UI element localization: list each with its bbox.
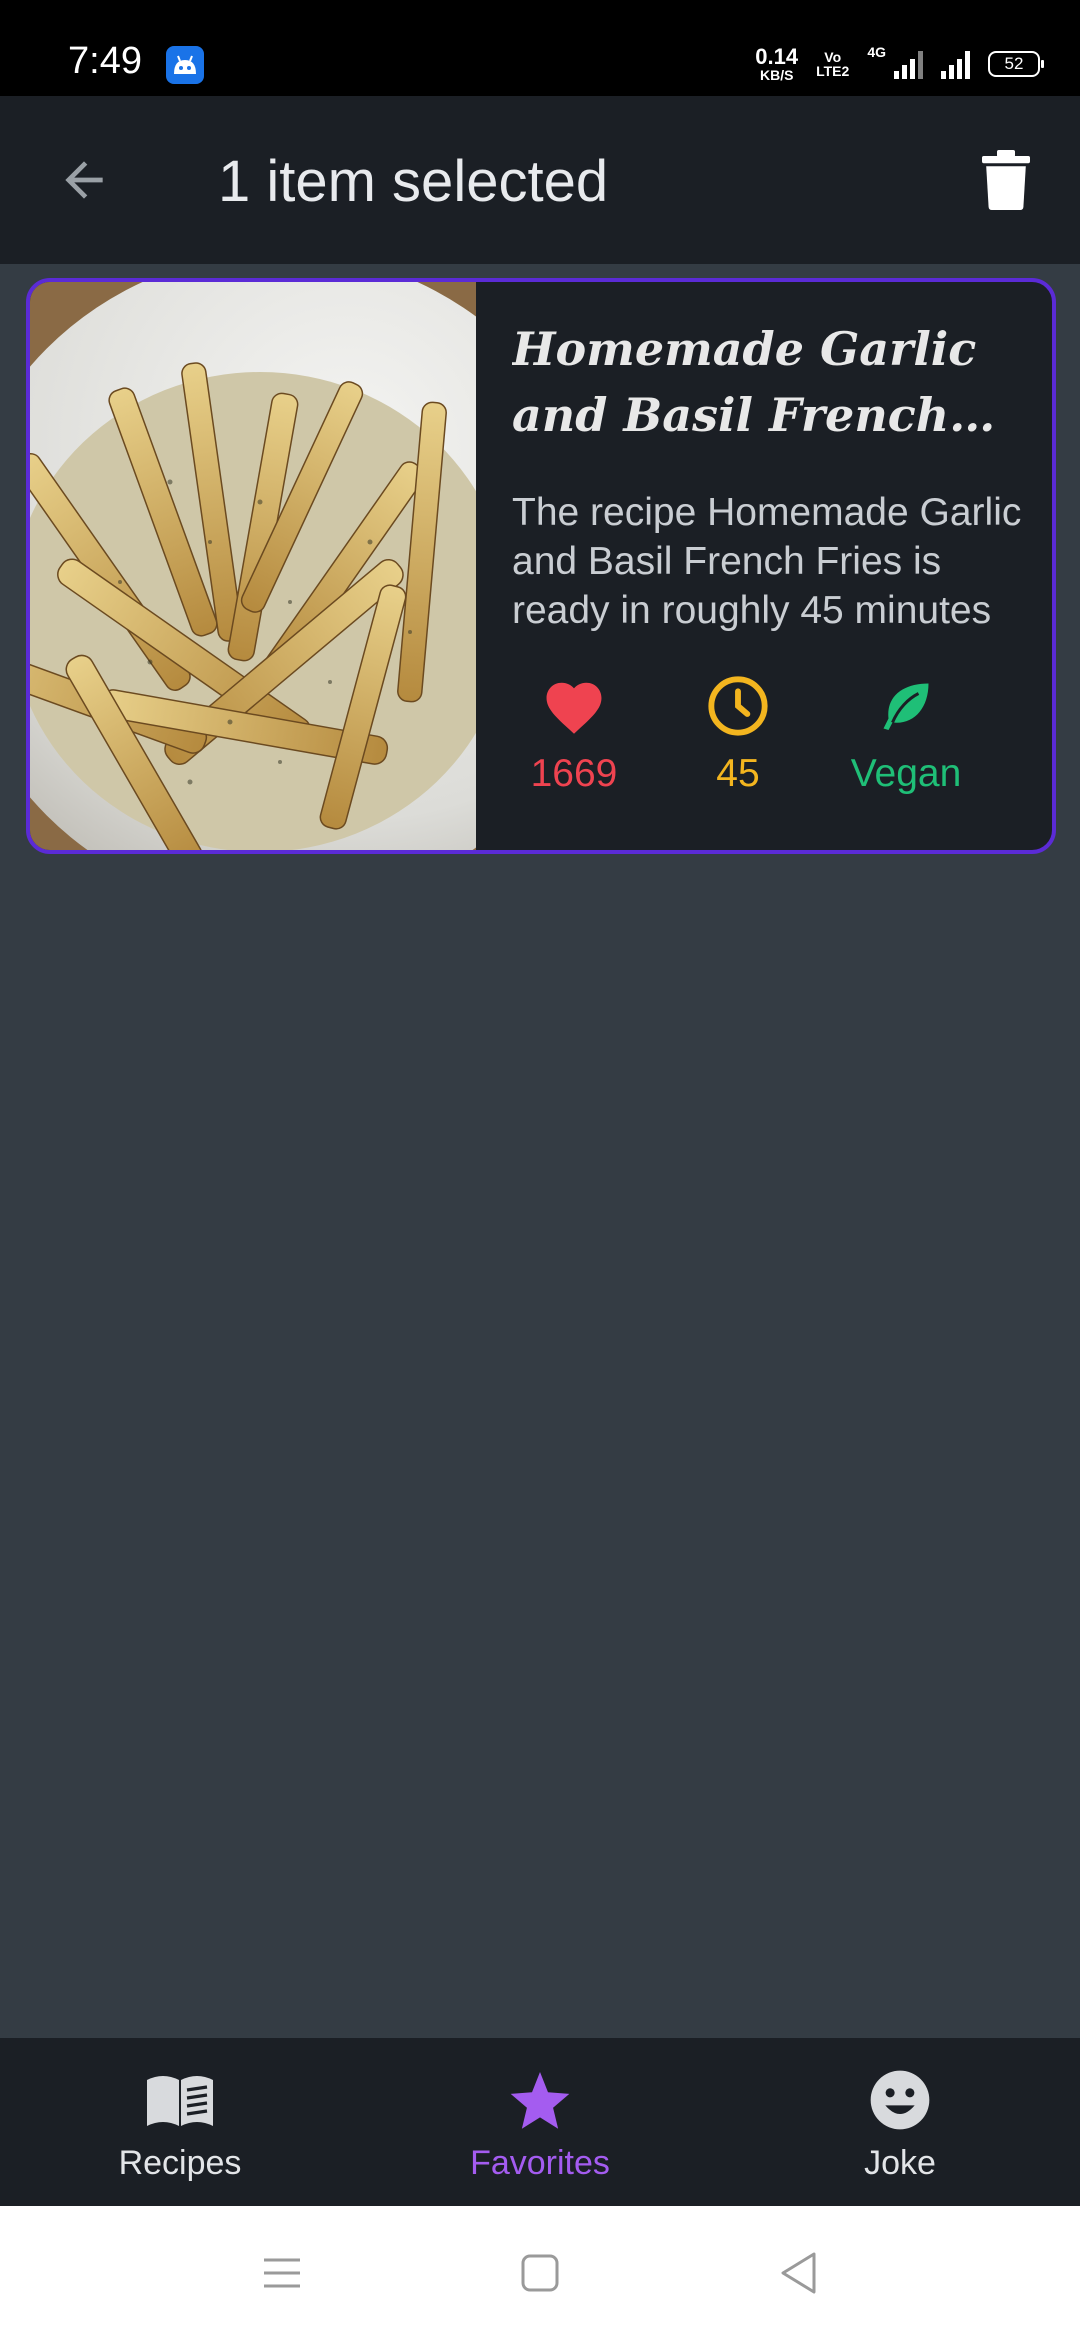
contextual-action-bar: 1 item selected [0, 96, 1080, 264]
home-icon [521, 2254, 559, 2292]
battery-level: 52 [1004, 54, 1024, 73]
status-indicators: 0.14 KB/S Vo LTE2 4G 52 [755, 44, 1044, 84]
selection-title: 1 item selected [218, 149, 609, 214]
nav-favorites-label: Favorites [470, 2144, 610, 2182]
favorites-list: Homemade Garlic and Basil French Fries T… [0, 264, 1080, 2038]
battery-icon: 52 [988, 51, 1044, 77]
leaf-icon [883, 683, 929, 730]
time-minutes: 45 [716, 752, 760, 795]
smiley-icon [870, 2070, 930, 2130]
signal-2-icon [941, 49, 970, 79]
volte-bottom: LTE2 [816, 63, 850, 79]
heart-icon [546, 682, 602, 734]
home-button[interactable] [510, 2248, 570, 2298]
network-speed: 0.14 KB/S [755, 44, 799, 83]
status-bar: 7:49 0.14 KB/S Vo LTE2 4G 52 [0, 0, 1080, 96]
recipe-card[interactable]: Homemade Garlic and Basil French Fries T… [26, 278, 1056, 854]
delete-button[interactable] [962, 136, 1050, 224]
signal-1-icon [894, 49, 923, 79]
android-notification-icon [166, 46, 204, 84]
nav-recipes[interactable]: Recipes [60, 2038, 300, 2206]
volte-indicator: Vo LTE2 [816, 50, 849, 78]
volte-top: Vo [824, 49, 842, 65]
system-navigation-bar [0, 2206, 1080, 2340]
recents-button[interactable] [252, 2248, 312, 2298]
network-speed-unit: KB/S [759, 67, 794, 83]
nav-favorites[interactable]: Favorites [420, 2038, 660, 2206]
book-icon [147, 2076, 213, 2126]
trash-icon [982, 150, 1030, 210]
recipe-image [30, 282, 476, 850]
vegan-label: Vegan [850, 752, 962, 795]
time-stat: 45 [648, 672, 828, 796]
menu-icon [264, 2258, 300, 2288]
nav-joke-label: Joke [864, 2144, 936, 2182]
nav-joke[interactable]: Joke [780, 2038, 1020, 2206]
recipe-stats: 1669 45 Vegan [476, 672, 1052, 802]
recipe-card-body: Homemade Garlic and Basil French Fries T… [476, 282, 1052, 850]
vegan-stat: Vegan [816, 672, 996, 796]
network-type: 4G [867, 44, 886, 60]
recipe-title: Homemade Garlic and Basil French Fries [512, 322, 977, 442]
bottom-navigation: Recipes Favorites Joke [0, 2038, 1080, 2206]
french-fries-photo [30, 282, 476, 850]
status-time: 7:49 [68, 40, 142, 82]
clock-icon [708, 676, 768, 736]
star-icon [510, 2072, 570, 2129]
back-button[interactable] [40, 136, 128, 224]
nav-recipes-label: Recipes [118, 2144, 242, 2182]
network-speed-value: 0.14 [755, 44, 799, 69]
arrow-back-icon [65, 161, 103, 199]
back-triangle-icon [781, 2252, 816, 2294]
likes-count: 1669 [530, 752, 618, 795]
likes-stat: 1669 [484, 672, 664, 796]
system-back-button[interactable] [768, 2248, 828, 2298]
recipe-description: The recipe Homemade Garlic and Basil Fre… [512, 491, 1022, 632]
